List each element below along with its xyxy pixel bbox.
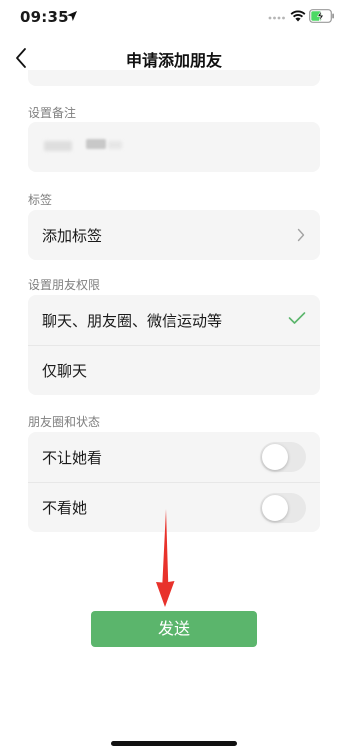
status-bar: 09:35 — [0, 0, 348, 36]
send-button[interactable]: 发送 — [91, 611, 257, 647]
chevron-right-icon — [297, 228, 305, 242]
blurred-remark-text — [86, 139, 106, 149]
moments-section-label: 朋友圈和状态 — [28, 415, 101, 429]
hide-my-moments-toggle[interactable] — [260, 442, 306, 472]
toggle-label: 不让她看 — [42, 448, 103, 467]
signal-dots-icon — [268, 16, 285, 20]
permission-option-all[interactable]: 聊天、朋友圈、微信运动等 — [28, 295, 320, 345]
tags-card: 添加标签 — [28, 210, 320, 260]
checkmark-icon — [288, 312, 306, 324]
permissions-section-label: 设置朋友权限 — [28, 278, 101, 292]
red-arrow-annotation-icon — [156, 509, 175, 607]
add-tag-label: 添加标签 — [42, 226, 103, 245]
permissions-card: 聊天、朋友圈、微信运动等 仅聊天 — [28, 295, 320, 395]
permission-option-label: 聊天、朋友圈、微信运动等 — [42, 311, 223, 330]
hide-my-moments-row: 不让她看 — [28, 432, 320, 482]
blurred-remark-text — [108, 141, 122, 149]
home-indicator — [111, 741, 237, 746]
toggle-label: 不看她 — [42, 499, 88, 517]
permission-option-label: 仅聊天 — [42, 362, 88, 380]
add-friend-request-screen: 09:35 申请添加朋友 设置备注 标签 添加标签 设置朋友权限 聊天、朋友圈、… — [0, 0, 348, 753]
blurred-remark-text — [44, 141, 72, 151]
remark-input[interactable] — [28, 122, 320, 172]
remark-section-label: 设置备注 — [28, 106, 77, 120]
toggle-knob — [262, 444, 288, 470]
hide-her-moments-toggle[interactable] — [260, 493, 306, 523]
toggle-knob — [262, 495, 288, 521]
page-title: 申请添加朋友 — [125, 51, 222, 70]
battery-charging-icon — [309, 9, 334, 23]
tags-section-label: 标签 — [28, 193, 53, 207]
status-time: 09:35 — [20, 8, 69, 26]
location-arrow-icon — [67, 11, 77, 21]
add-tag-row[interactable]: 添加标签 — [28, 210, 320, 260]
permission-option-chat-only[interactable]: 仅聊天 — [28, 345, 320, 395]
previous-section-card — [28, 70, 320, 86]
wifi-icon — [290, 10, 306, 22]
